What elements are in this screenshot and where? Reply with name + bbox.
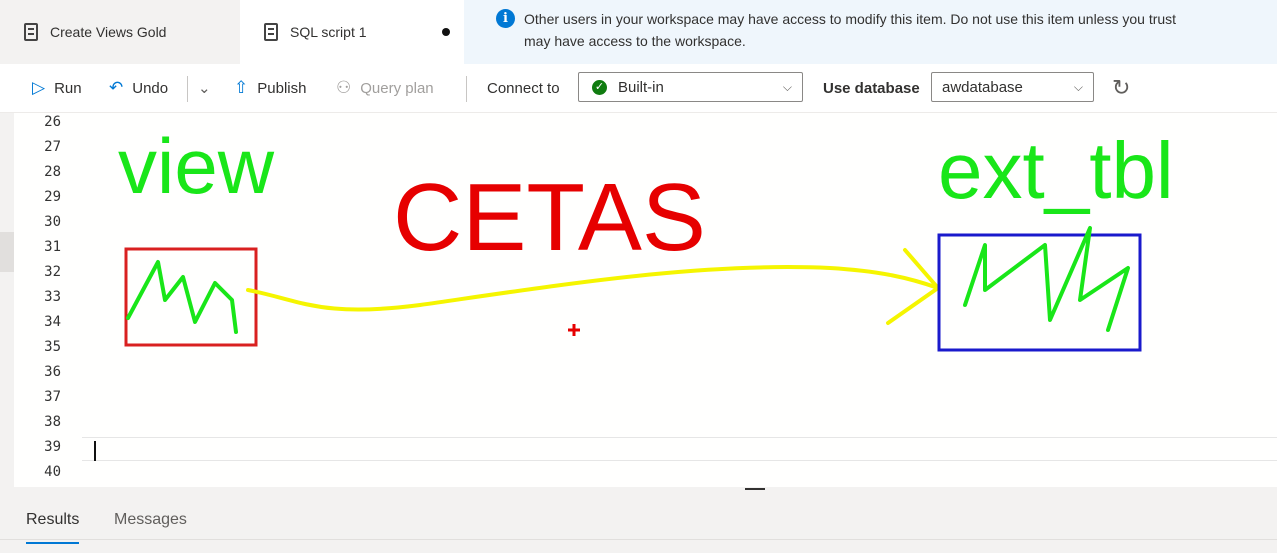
publish-button[interactable]: ⇧ Publish [234, 64, 306, 112]
play-icon: ▷ [32, 78, 46, 97]
line-number: 28 [44, 164, 61, 180]
left-scroll-indicator [0, 232, 14, 272]
query-plan-button[interactable]: ⚇ Query plan [336, 64, 434, 112]
undo-dropdown-chevron-icon[interactable]: ⌄ [198, 64, 211, 112]
line-number: 29 [44, 189, 61, 205]
tab-messages[interactable]: Messages [114, 500, 187, 540]
editor-toolbar: ▷ Run ↶ Undo ⌄ ⇧ Publish ⚇ Query plan Co… [0, 64, 1277, 113]
connect-to-label: Connect to [487, 79, 560, 97]
undo-icon: ↶ [109, 78, 124, 97]
unsaved-dot-icon[interactable] [442, 28, 450, 36]
line-number: 37 [44, 389, 61, 405]
info-text-line1: Other users in your workspace may have a… [524, 11, 1177, 27]
connect-to-value: Built-in [618, 78, 664, 96]
text-cursor [94, 441, 96, 461]
refresh-icon[interactable]: ↻ [1112, 64, 1130, 112]
panel-divider [0, 539, 1277, 540]
publish-label: Publish [257, 79, 307, 97]
publish-icon: ⇧ [234, 78, 249, 97]
run-button[interactable]: ▷ Run [32, 64, 82, 112]
line-number: 39 [44, 439, 61, 455]
tab-label: Create Views Gold [50, 24, 167, 40]
code-editor[interactable]: 26 27 28 29 30 31 32 33 34 35 36 37 38 3… [14, 113, 1277, 487]
sql-script-icon [264, 23, 278, 41]
connect-to-dropdown[interactable]: ✓ Built-in ⌵ [578, 72, 803, 102]
line-number: 34 [44, 314, 61, 330]
use-database-label: Use database [823, 79, 920, 97]
toolbar-divider [187, 76, 188, 102]
line-number: 40 [44, 464, 61, 480]
toolbar-divider [466, 76, 467, 102]
run-label: Run [54, 79, 82, 97]
tab-create-views-gold[interactable]: Create Views Gold [0, 0, 240, 64]
tab-label: SQL script 1 [290, 24, 367, 40]
info-icon: i [496, 9, 515, 28]
chevron-down-icon: ⌵ [1073, 80, 1083, 94]
line-number: 38 [44, 414, 61, 430]
results-panel: Results Messages [0, 490, 1277, 553]
line-number: 33 [44, 289, 61, 305]
undo-label: Undo [132, 79, 169, 97]
current-line-highlight [82, 437, 1277, 461]
line-number: 36 [44, 364, 61, 380]
use-database-dropdown[interactable]: awdatabase ⌵ [931, 72, 1094, 102]
query-plan-icon: ⚇ [336, 78, 352, 97]
check-circle-icon: ✓ [592, 79, 607, 95]
line-number: 35 [44, 339, 61, 355]
sql-script-icon [24, 23, 38, 41]
line-number: 30 [44, 214, 61, 230]
chevron-down-icon: ⌵ [782, 80, 792, 94]
use-database-value: awdatabase [942, 78, 1023, 96]
query-plan-label: Query plan [360, 79, 434, 97]
line-number: 26 [44, 114, 61, 130]
line-number-gutter: 26 27 28 29 30 31 32 33 34 35 36 37 38 3… [14, 113, 74, 487]
line-number: 27 [44, 139, 61, 155]
tab-sql-script-1[interactable]: SQL script 1 [240, 0, 464, 64]
info-text-line2: may have access to the workspace. [524, 33, 746, 49]
info-banner: i Other users in your workspace may have… [464, 0, 1277, 64]
tab-results[interactable]: Results [26, 500, 80, 544]
undo-button[interactable]: ↶ Undo [109, 64, 168, 112]
line-number: 32 [44, 264, 61, 280]
line-number: 31 [44, 239, 61, 255]
